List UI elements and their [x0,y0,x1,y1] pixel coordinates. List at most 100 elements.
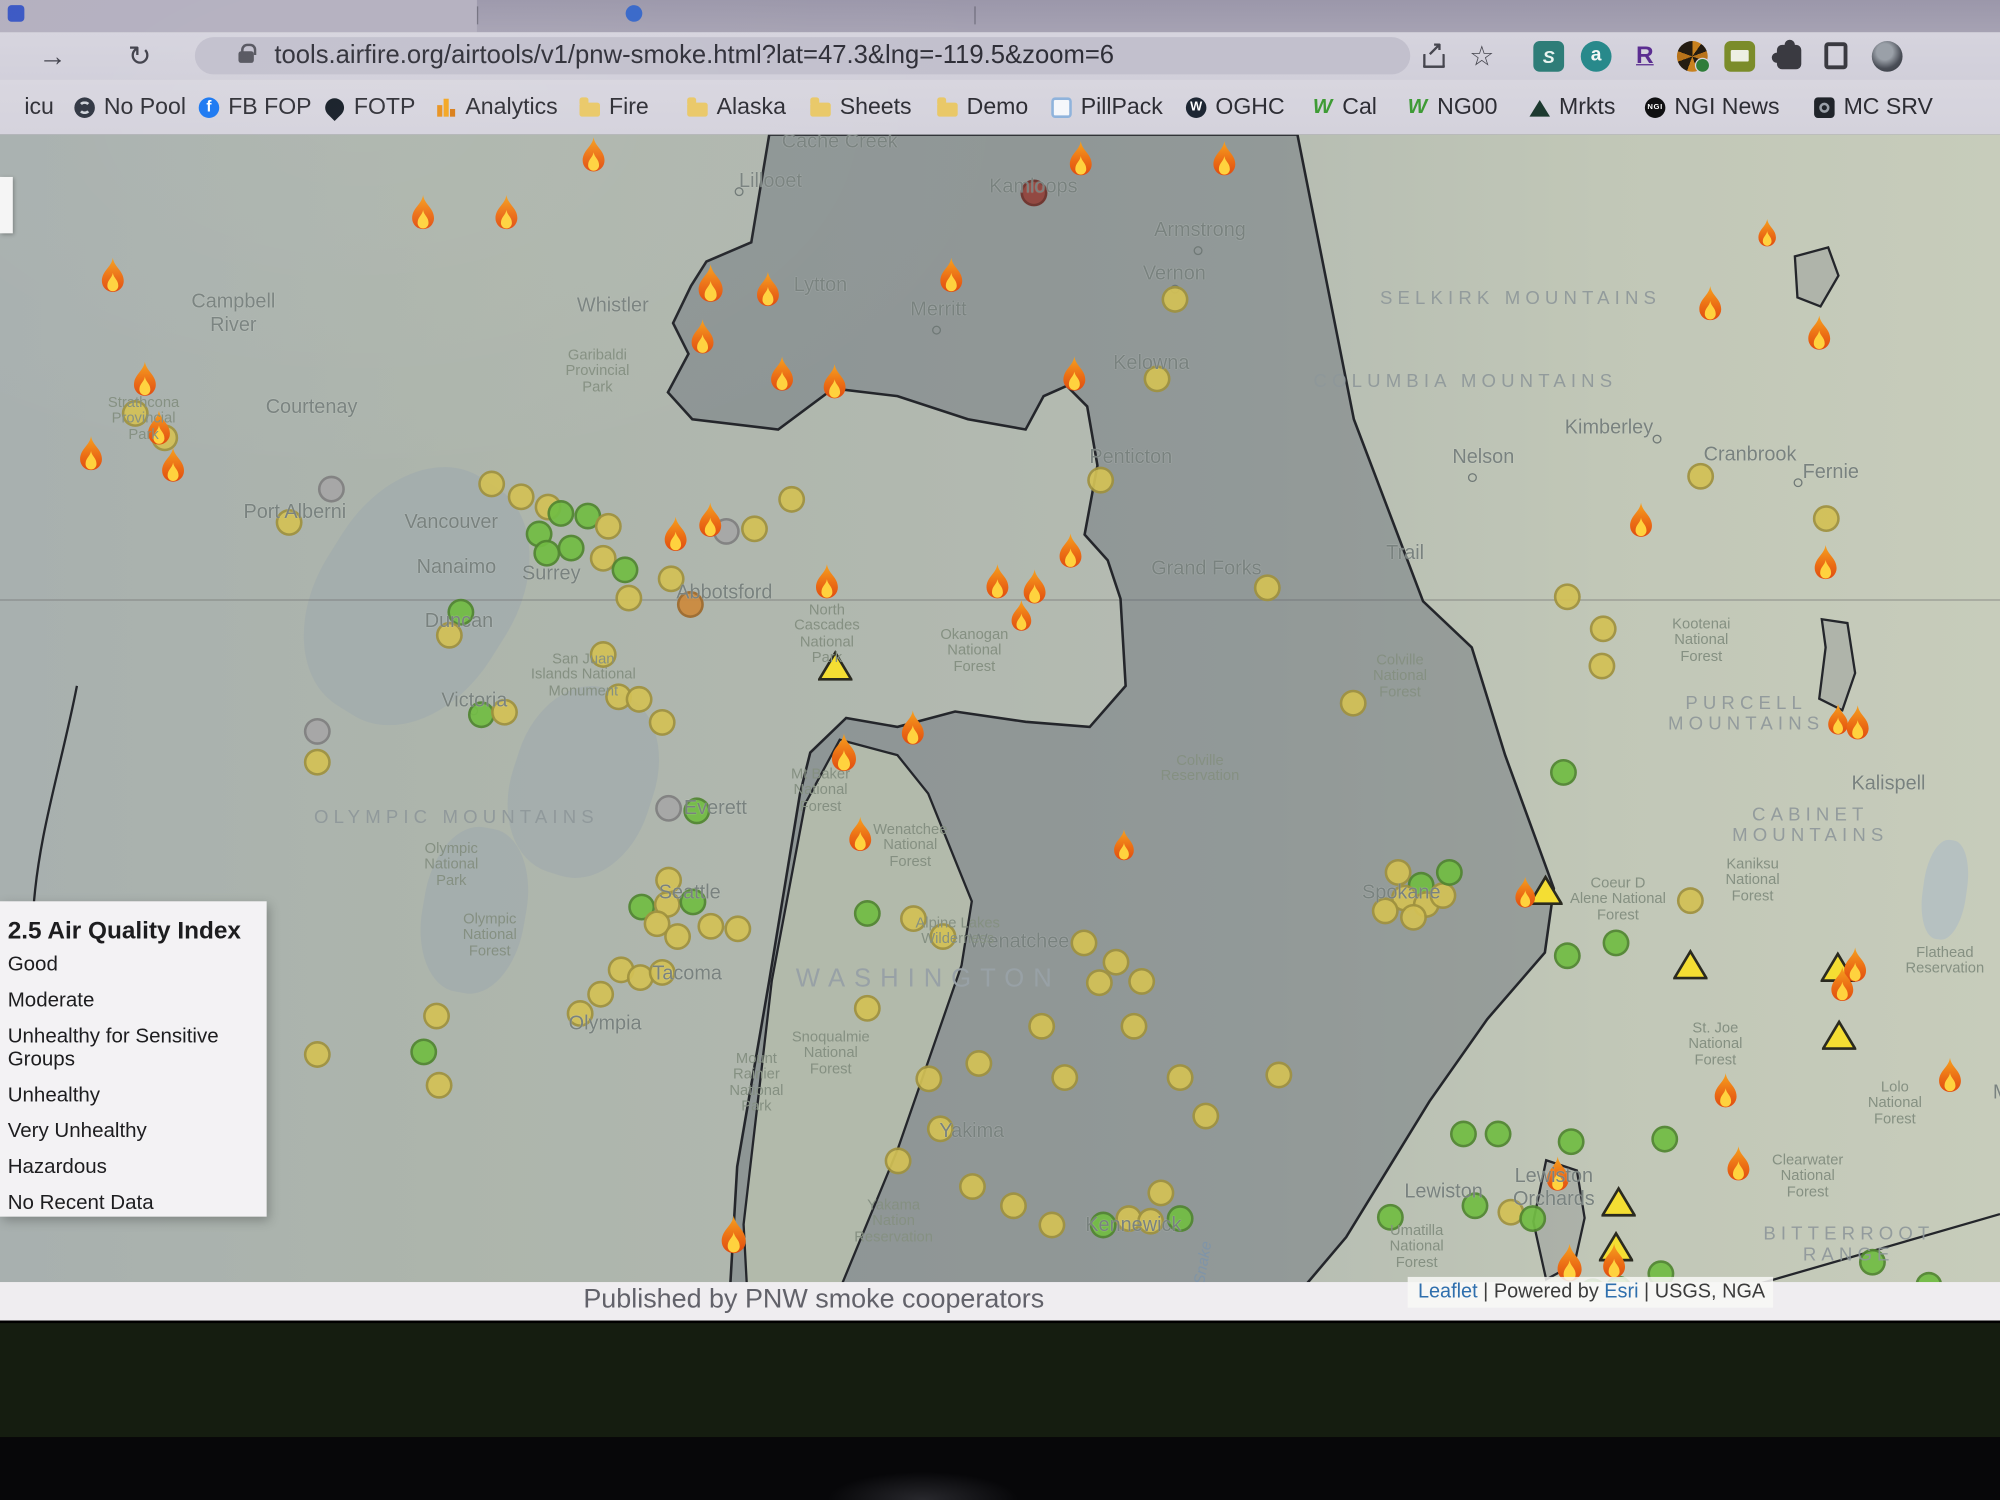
ext-r-icon[interactable] [1629,41,1660,72]
aqi-monitor-dot[interactable] [1162,286,1189,313]
fire-marker[interactable] [1933,1056,1966,1097]
aqi-monitor-dot[interactable] [965,1050,992,1077]
bookmark-item[interactable]: FOTP [324,79,415,134]
aqi-monitor-dot[interactable] [929,923,956,950]
aqi-monitor-dot[interactable] [658,565,685,592]
aqi-monitor-dot[interactable] [1254,574,1281,601]
aqi-monitor-dot[interactable] [1128,968,1155,995]
aqi-monitor-dot[interactable] [626,686,653,713]
aqi-monitor-dot[interactable] [1265,1062,1292,1089]
bookmark-item[interactable]: MC SRV [1814,79,1933,134]
warning-triangle-marker[interactable] [1822,1019,1857,1051]
window-icon[interactable] [1824,42,1847,69]
aqi-monitor-dot[interactable] [1167,1064,1194,1091]
aqi-monitor-dot[interactable] [1000,1192,1027,1219]
fire-marker[interactable] [1058,355,1091,396]
reload-button[interactable]: ↻ [118,32,162,79]
fire-marker[interactable] [751,270,784,311]
smoke-polygon[interactable] [1819,619,1855,710]
fire-marker[interactable] [128,360,161,401]
fire-marker[interactable] [1511,875,1541,912]
aqi-monitor-dot[interactable] [1121,1013,1148,1040]
aqi-monitor-dot[interactable] [587,981,614,1008]
aqi-monitor-dot[interactable] [612,556,639,583]
fire-marker[interactable] [406,193,439,234]
aqi-monitor-dot[interactable] [276,509,303,536]
fire-marker[interactable] [1007,598,1037,635]
map-canvas[interactable]: Campbell RiverCourtenayPort AlberniVanco… [0,135,2000,1321]
lock-icon[interactable] [238,51,253,63]
aqi-monitor-dot[interactable] [1677,887,1704,914]
aqi-monitor-dot[interactable] [741,515,768,542]
aqi-monitor-dot[interactable] [423,1003,450,1030]
aqi-monitor-dot[interactable] [595,513,622,540]
fire-marker[interactable] [896,709,929,750]
fire-marker[interactable] [1709,1072,1742,1113]
warning-triangle-marker[interactable] [818,650,853,682]
aqi-monitor-dot[interactable] [410,1038,437,1065]
aqi-monitor-dot[interactable] [1144,365,1171,392]
aqi-monitor-dot[interactable] [1603,929,1630,956]
ext-print-icon[interactable] [1724,41,1755,72]
fire-marker[interactable] [692,263,729,308]
bookmark-item[interactable]: NG00 [1408,79,1498,134]
bookmark-item[interactable]: Cal [1313,79,1377,134]
aqi-monitor-dot[interactable] [1859,1249,1886,1276]
aqi-monitor-dot[interactable] [915,1065,942,1092]
share-icon[interactable] [1418,41,1449,72]
aqi-monitor-dot[interactable] [1687,463,1714,490]
url-text[interactable]: tools.airfire.org/airtools/v1/pnw-smoke.… [274,37,1114,74]
fire-marker[interactable] [1541,1155,1574,1196]
aqi-monitor-dot[interactable] [664,923,691,950]
aqi-monitor-dot[interactable] [1588,653,1615,680]
fire-marker[interactable] [1054,532,1087,573]
attribution-text[interactable]: Esri [1604,1281,1638,1303]
aqi-monitor-dot[interactable] [677,591,704,618]
fire-marker[interactable] [1064,139,1097,180]
aqi-monitor-dot[interactable] [304,718,331,745]
fire-marker[interactable] [1208,139,1241,180]
fire-marker[interactable] [810,563,843,604]
extensions-puzzle-icon[interactable] [1777,45,1801,69]
map-side-handle[interactable] [0,177,13,233]
fire-marker[interactable] [1722,1145,1755,1186]
aqi-monitor-dot[interactable] [590,641,617,668]
fire-marker[interactable] [96,256,129,297]
aqi-monitor-dot[interactable] [1813,505,1840,532]
fire-marker[interactable] [659,515,692,556]
aqi-monitor-dot[interactable] [655,795,682,822]
fire-marker[interactable] [1809,543,1842,584]
aqi-monitor-dot[interactable] [1137,1208,1164,1235]
fire-marker[interactable] [1694,284,1727,325]
aqi-monitor-dot[interactable] [478,471,505,498]
aqi-monitor-dot[interactable] [1651,1126,1678,1153]
ext-a-icon[interactable] [1581,41,1612,72]
forward-button[interactable]: → [31,32,75,79]
aqi-monitor-dot[interactable] [1429,882,1456,909]
aqi-monitor-dot[interactable] [959,1173,986,1200]
bookmark-item[interactable]: Alaska [687,79,786,134]
aqi-monitor-dot[interactable] [778,486,805,513]
aqi-monitor-dot[interactable] [615,585,642,612]
aqi-monitor-dot[interactable] [1550,759,1577,786]
aqi-monitor-dot[interactable] [1377,1204,1404,1231]
fire-marker[interactable] [818,363,851,404]
aqi-monitor-dot[interactable] [1340,690,1367,717]
aqi-monitor-dot[interactable] [1071,929,1098,956]
aqi-monitor-dot[interactable] [1400,904,1427,931]
bookmark-item[interactable]: FB FOP [199,79,312,134]
bookmark-item[interactable]: No Pool [74,79,186,134]
aqi-monitor-dot[interactable] [1485,1121,1512,1148]
bookmark-item[interactable]: Mrkts [1529,79,1615,134]
warning-triangle-marker[interactable] [1601,1186,1636,1218]
fire-marker[interactable] [577,136,610,177]
aqi-monitor-dot[interactable] [1087,467,1114,494]
aqi-monitor-dot[interactable] [304,749,331,776]
fire-marker[interactable] [1753,217,1780,250]
aqi-monitor-dot[interactable] [304,1041,331,1068]
aqi-monitor-dot[interactable] [1590,615,1617,642]
fire-marker[interactable] [1624,501,1657,542]
fire-marker[interactable] [844,815,877,856]
aqi-monitor-dot[interactable] [1372,897,1399,924]
bookmark-star-icon[interactable] [1468,41,1499,72]
